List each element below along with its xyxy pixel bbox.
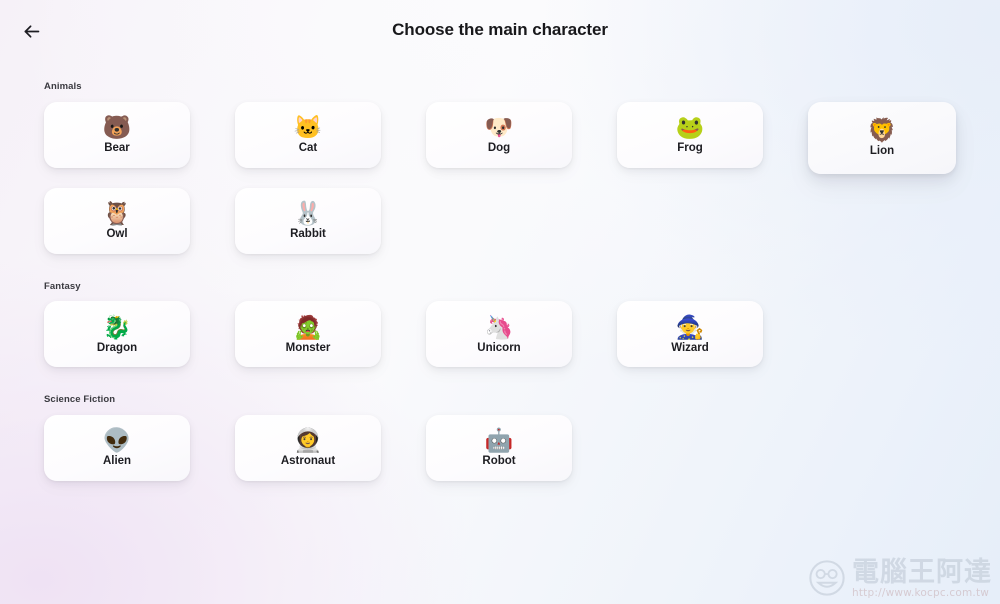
character-picker: Animals 🐻 Bear 🐱 Cat 🐶 Dog 🐸 Frog 🦁 Lion 🦉 Owl 🐰 Rabbi… [0, 62, 1000, 481]
character-card-frog[interactable]: 🐸 Frog [617, 101, 763, 168]
page-title: Choose the main character [392, 20, 608, 39]
section-title-animals: Animals [44, 81, 82, 92]
character-card-label: Frog [677, 142, 703, 155]
character-card-wizard[interactable]: 🧙 Wizard [617, 301, 763, 367]
watermark-url: http://www.kocpc.com.tw [852, 586, 990, 599]
card-grid-fantasy: 🐉 Dragon 🧟 Monster 🦄 Unicorn 🧙 Wizard [44, 301, 1000, 367]
section-fantasy: Fantasy 🐉 Dragon 🧟 Monster 🦄 Unicorn 🧙 Wizard [44, 280, 1000, 367]
cat-emoji: 🐱 [293, 114, 323, 141]
character-card-owl[interactable]: 🦉 Owl [44, 187, 190, 254]
unicorn-emoji: 🦄 [484, 313, 514, 340]
wizard-emoji: 🧙 [675, 313, 705, 340]
frog-emoji: 🐸 [675, 114, 705, 141]
character-card-astronaut[interactable]: 👩‍🚀 Astronaut [235, 414, 381, 481]
character-card-label: Owl [106, 228, 128, 241]
character-card-label: Bear [104, 142, 130, 155]
dog-emoji: 🐶 [484, 114, 514, 141]
bear-emoji: 🐻 [102, 114, 132, 141]
character-card-unicorn[interactable]: 🦄 Unicorn [426, 301, 572, 367]
character-card-label: Lion [869, 145, 895, 158]
dragon-emoji: 🐉 [102, 313, 132, 340]
character-card-alien[interactable]: 👽 Alien [44, 414, 190, 481]
character-card-label: Alien [102, 455, 132, 468]
card-grid-science-fiction: 👽 Alien 👩‍🚀 Astronaut 🤖 Robot [44, 414, 1000, 481]
watermark-face-icon [809, 560, 845, 596]
character-card-robot[interactable]: 🤖 Robot [426, 414, 572, 481]
monster-emoji: 🧟 [293, 313, 323, 340]
character-card-label: Monster [285, 341, 331, 354]
character-card-label: Cat [298, 142, 318, 155]
section-science-fiction: Science Fiction 👽 Alien 👩‍🚀 Astronaut 🤖 Robot [44, 395, 1000, 481]
alien-emoji: 👽 [102, 427, 132, 454]
character-card-rabbit[interactable]: 🐰 Rabbit [235, 187, 381, 254]
character-card-dragon[interactable]: 🐉 Dragon [44, 301, 190, 367]
character-card-label: Rabbit [290, 228, 326, 241]
rabbit-emoji: 🐰 [293, 200, 323, 227]
character-card-dog[interactable]: 🐶 Dog [426, 101, 572, 168]
watermark-brand: 電腦王阿達 [852, 556, 992, 588]
section-title-science-fiction: Science Fiction [44, 394, 116, 405]
back-button[interactable] [14, 14, 48, 48]
character-card-label: Unicorn [477, 341, 521, 354]
owl-emoji: 🦉 [102, 200, 132, 227]
character-card-label: Dog [487, 142, 511, 155]
lion-emoji: 🦁 [867, 117, 897, 144]
astronaut-emoji: 👩‍🚀 [293, 427, 323, 454]
watermark-text: 電腦王阿達 http://www.kocpc.com.tw [852, 559, 992, 599]
character-card-label: Wizard [671, 341, 709, 354]
character-card-monster[interactable]: 🧟 Monster [235, 301, 381, 367]
robot-emoji: 🤖 [484, 427, 514, 454]
section-title-fantasy: Fantasy [44, 280, 81, 292]
arrow-left-icon [21, 21, 42, 42]
app-header: Choose the main character [0, 0, 1000, 62]
character-card-label: Astronaut [280, 455, 336, 468]
character-card-label: Robot [482, 455, 516, 468]
section-animals: Animals 🐻 Bear 🐱 Cat 🐶 Dog 🐸 Frog 🦁 Lion 🦉 Owl 🐰 Rabbi… [44, 82, 1000, 254]
character-card-cat[interactable]: 🐱 Cat [235, 101, 381, 168]
watermark: 電腦王阿達 http://www.kocpc.com.tw [808, 559, 992, 599]
character-card-lion[interactable]: 🦁 Lion [808, 101, 956, 174]
card-grid-animals: 🐻 Bear 🐱 Cat 🐶 Dog 🐸 Frog 🦁 Lion 🦉 Owl 🐰 Rabbit [44, 101, 1000, 254]
character-card-label: Dragon [96, 341, 138, 354]
character-card-bear[interactable]: 🐻 Bear [44, 101, 190, 168]
